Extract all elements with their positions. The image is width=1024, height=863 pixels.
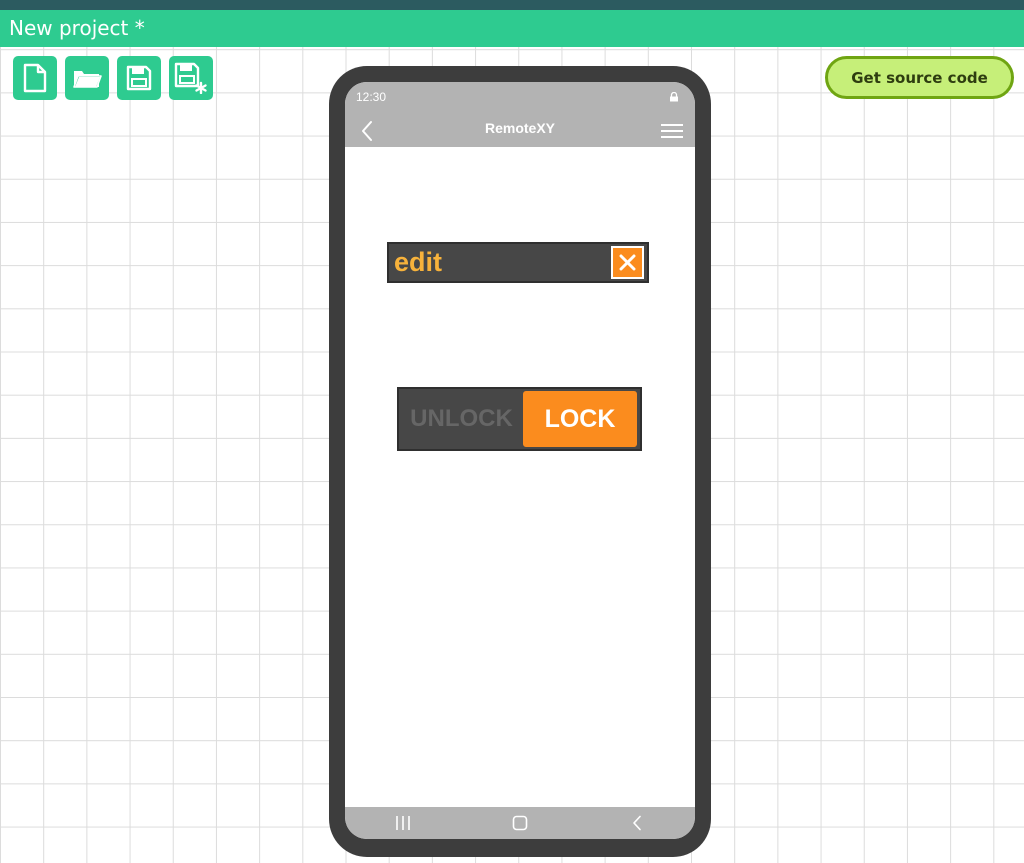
edit-field[interactable]: edit bbox=[387, 242, 649, 283]
save-as-icon bbox=[174, 62, 207, 94]
phone-screen: 12:30 RemoteXY edit UNLOCK LOCK bbox=[345, 82, 695, 839]
close-icon bbox=[619, 254, 636, 271]
app-title: RemoteXY bbox=[484, 120, 556, 136]
home-icon bbox=[512, 815, 528, 831]
status-time: 12:30 bbox=[356, 90, 387, 104]
new-file-icon bbox=[23, 63, 47, 93]
lock-switch[interactable]: UNLOCK LOCK bbox=[397, 387, 642, 451]
save-icon bbox=[126, 65, 152, 91]
menu-icon[interactable] bbox=[661, 123, 683, 139]
lock-option[interactable]: LOCK bbox=[523, 391, 637, 447]
system-navbar bbox=[345, 807, 695, 839]
top-strip bbox=[0, 0, 1024, 10]
clear-button[interactable] bbox=[611, 246, 644, 279]
project-title: New project * bbox=[0, 10, 1024, 47]
unlock-option[interactable]: UNLOCK bbox=[399, 389, 524, 449]
recents-button[interactable] bbox=[358, 807, 448, 839]
save-as-button[interactable] bbox=[169, 56, 213, 100]
save-button[interactable] bbox=[117, 56, 161, 100]
back-icon bbox=[632, 815, 641, 831]
open-folder-icon bbox=[73, 71, 102, 88]
new-file-button[interactable] bbox=[13, 56, 57, 100]
home-button[interactable] bbox=[475, 807, 565, 839]
file-toolbar bbox=[13, 56, 213, 100]
app-bar: 12:30 RemoteXY bbox=[345, 82, 695, 147]
open-folder-button[interactable] bbox=[65, 56, 109, 100]
recents-icon bbox=[396, 816, 411, 830]
edit-field-value[interactable]: edit bbox=[394, 244, 442, 281]
phone-preview: 12:30 RemoteXY edit UNLOCK LOCK bbox=[329, 66, 711, 857]
lock-icon bbox=[670, 92, 678, 102]
nav-back-button[interactable] bbox=[592, 807, 682, 839]
get-source-code-button[interactable]: Get source code bbox=[825, 56, 1014, 99]
